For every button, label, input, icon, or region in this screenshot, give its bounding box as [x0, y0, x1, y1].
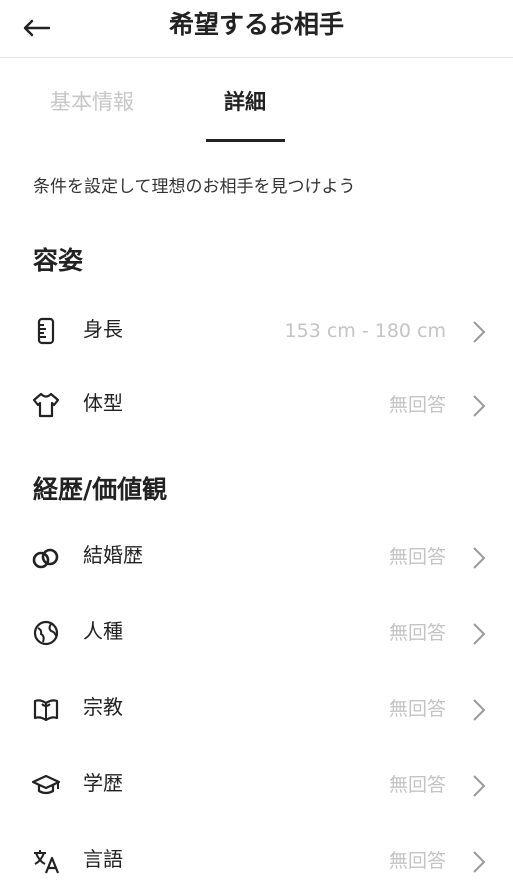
chevron-right-icon [473, 775, 486, 797]
row-height[interactable]: 身長 153 cm - 180 cm [0, 301, 513, 361]
chevron-right-icon [473, 547, 486, 569]
row-education[interactable]: 学歴 無回答 [0, 755, 513, 815]
chevron-right-icon [473, 321, 486, 343]
row-label: 身長 [83, 317, 123, 341]
description-text: 条件を設定して理想のお相手を見つけよう [33, 177, 356, 197]
ruler-icon [30, 315, 62, 347]
row-label: 宗教 [83, 695, 123, 719]
row-religion[interactable]: 宗教 無回答 [0, 679, 513, 739]
top-bar: 希望するお相手 [0, 0, 513, 58]
translate-icon [30, 845, 62, 877]
book-icon [30, 693, 62, 725]
row-value: 無回答 [388, 698, 446, 720]
row-value: 無回答 [388, 394, 446, 416]
chevron-right-icon [473, 623, 486, 645]
row-ethnicity[interactable]: 人種 無回答 [0, 603, 513, 663]
row-value: 無回答 [388, 546, 446, 568]
active-tab-indicator [206, 139, 285, 142]
section-title-appearance: 容姿 [33, 246, 84, 275]
chevron-right-icon [473, 699, 486, 721]
row-label: 学歴 [83, 771, 123, 795]
row-value: 無回答 [388, 622, 446, 644]
graduation-cap-icon [30, 769, 62, 801]
chevron-right-icon [473, 851, 486, 873]
section-title-background-values: 経歴/価値観 [33, 475, 168, 504]
tab-basic-info[interactable]: 基本情報 [50, 87, 134, 117]
row-body-type[interactable]: 体型 無回答 [0, 375, 513, 435]
row-value: 153 cm - 180 cm [284, 320, 446, 342]
page-title: 希望するお相手 [168, 10, 344, 39]
row-language[interactable]: 言語 無回答 [0, 831, 513, 891]
tab-bar: 基本情報 詳細 [0, 59, 513, 144]
row-value: 無回答 [388, 850, 446, 872]
globe-icon [30, 617, 62, 649]
row-label: 結婚歴 [83, 543, 143, 567]
chevron-right-icon [473, 395, 486, 417]
row-label: 体型 [83, 391, 123, 415]
rings-icon [30, 541, 62, 573]
row-value: 無回答 [388, 774, 446, 796]
row-label: 人種 [83, 619, 123, 643]
row-label: 言語 [83, 847, 123, 871]
row-marital-history[interactable]: 結婚歴 無回答 [0, 527, 513, 587]
tshirt-icon [30, 389, 62, 421]
tab-details[interactable]: 詳細 [224, 87, 266, 117]
